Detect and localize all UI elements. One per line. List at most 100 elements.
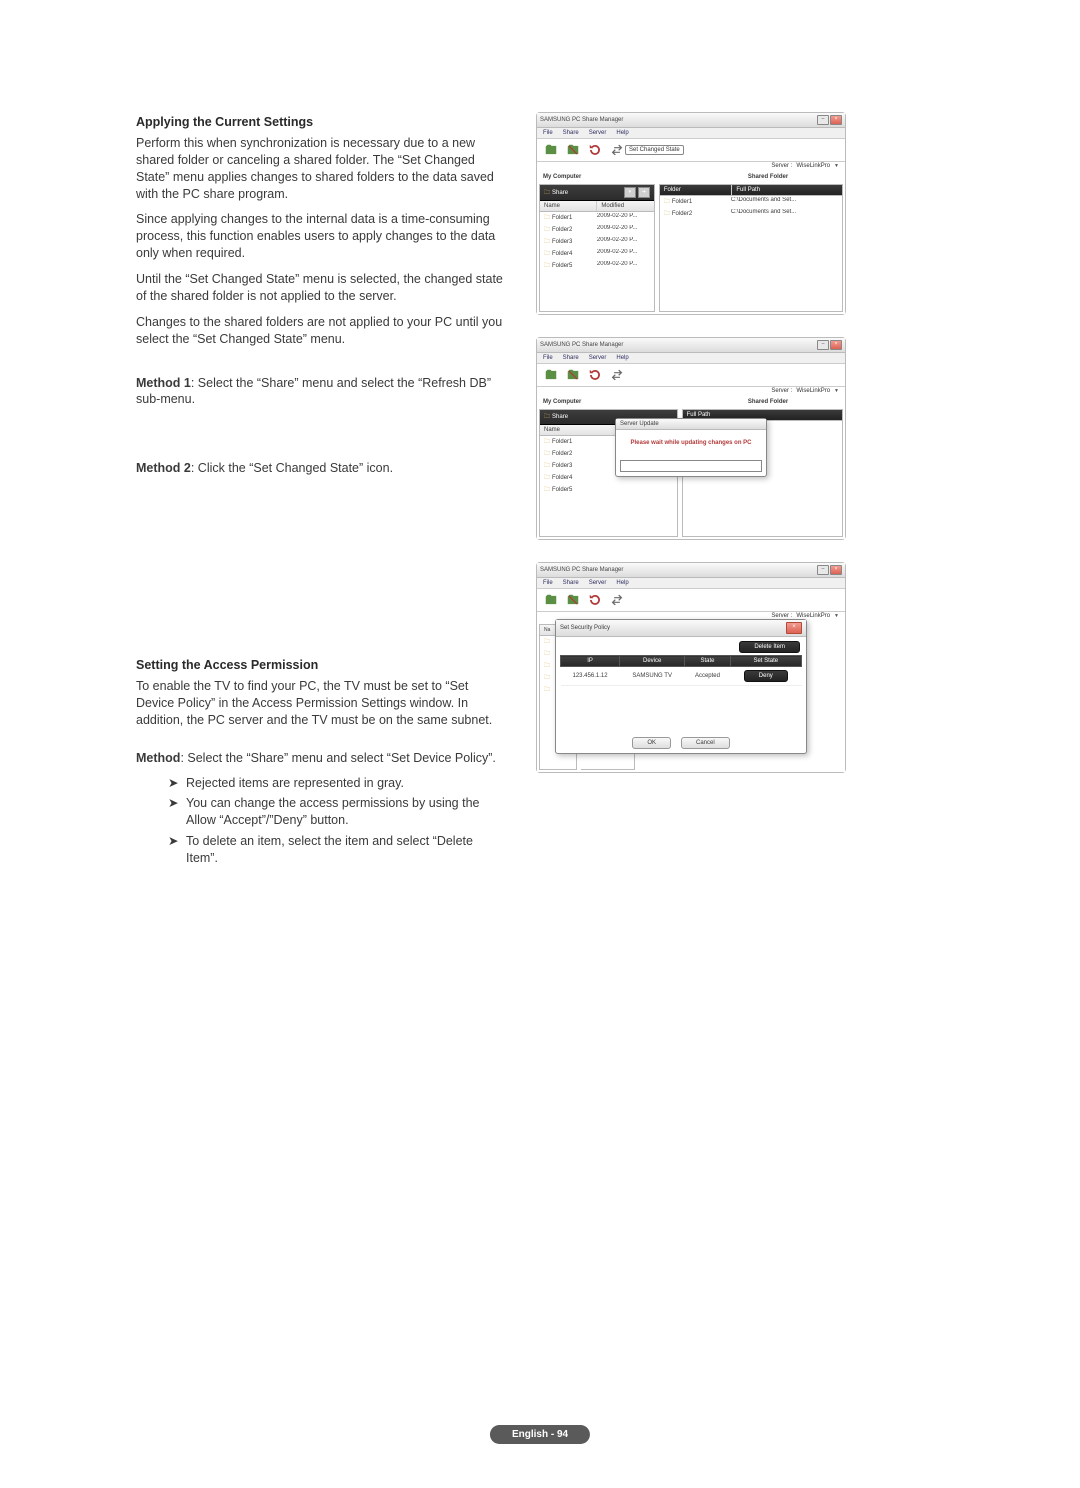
list-item[interactable]: 🗀Folder52009-02-20 P... (540, 260, 654, 272)
refresh-db-icon[interactable] (587, 142, 603, 158)
list-item[interactable]: 🗀Folder5 (540, 484, 677, 496)
menu-share[interactable]: Share (563, 580, 579, 586)
folder-icon: 🗀 (544, 649, 550, 659)
menu-share[interactable]: Share (563, 355, 579, 361)
cell-ip: 123.456.1.12 (561, 667, 620, 686)
address-text: Share (552, 414, 568, 420)
list-item[interactable]: 🗀Folder12009-02-20 P... (540, 212, 654, 224)
col-device[interactable]: Device (620, 656, 685, 667)
list-item[interactable]: 🗀Folder2C:\Documents and Set... (660, 208, 842, 220)
bullet-row: ➤ Rejected items are represented in gray… (136, 775, 506, 792)
ok-button[interactable]: OK (632, 737, 671, 749)
folder-icon: 🗀 (544, 475, 550, 481)
minimize-icon[interactable]: – (817, 565, 829, 575)
unshare-folder-icon[interactable] (565, 367, 581, 383)
address-bar[interactable]: 🗀 Share ▾ ➜ (540, 185, 654, 201)
menu-file[interactable]: File (543, 580, 553, 586)
menu-help[interactable]: Help (616, 580, 628, 586)
go-icon[interactable]: ➜ (638, 187, 650, 198)
minimize-icon[interactable]: – (817, 340, 829, 350)
page-footer: English - 94 (490, 1425, 590, 1444)
bullet-icon: ➤ (168, 795, 186, 812)
method-2: Method 2: Click the “Set Changed State” … (136, 460, 506, 477)
set-changed-state-icon[interactable] (609, 592, 625, 608)
unshare-folder-icon[interactable] (565, 142, 581, 158)
col-fullpath[interactable]: Full Path (732, 185, 842, 195)
folder-icon: 🗀 (544, 661, 550, 671)
set-changed-state-icon[interactable] (609, 367, 625, 383)
breadcrumb-my-computer: My Computer (537, 397, 691, 407)
menu-server[interactable]: Server (589, 355, 607, 361)
list-item[interactable]: 🗀Folder22009-02-20 P... (540, 224, 654, 236)
menu-server[interactable]: Server (589, 130, 607, 136)
close-icon[interactable]: × (830, 115, 842, 125)
menu-file[interactable]: File (543, 355, 553, 361)
table-row[interactable]: 123.456.1.12 SAMSUNG TV Accepted Deny (561, 667, 802, 686)
delete-item-button[interactable]: Delete Item (739, 641, 800, 653)
window-titlebar[interactable]: SAMSUNG PC Share Manager – × (537, 563, 845, 578)
col-ip[interactable]: IP (561, 656, 620, 667)
list-item[interactable]: 🗀Folder42009-02-20 P... (540, 248, 654, 260)
close-icon[interactable]: × (830, 340, 842, 350)
menu-share[interactable]: Share (563, 130, 579, 136)
menu-help[interactable]: Help (616, 355, 628, 361)
col-modified[interactable]: Modified (597, 201, 653, 211)
close-icon[interactable]: × (786, 622, 802, 634)
method-label: Method (136, 751, 180, 765)
menubar: File Share Server Help (537, 128, 845, 139)
heading-access-permission: Setting the Access Permission (136, 657, 506, 674)
window-titlebar[interactable]: SAMSUNG PC Share Manager – × (537, 113, 845, 128)
share-folder-icon[interactable] (543, 142, 559, 158)
refresh-db-icon[interactable] (587, 367, 603, 383)
dialog-title[interactable]: Set Security Policy × (556, 620, 806, 637)
list-item[interactable]: 🗀Folder32009-02-20 P... (540, 236, 654, 248)
col-set-state[interactable]: Set State (730, 656, 801, 667)
deny-button[interactable]: Deny (744, 670, 788, 682)
method-1: Method 1: Select the “Share” menu and se… (136, 375, 506, 409)
cancel-button[interactable]: Cancel (681, 737, 730, 749)
progress-bar (620, 460, 762, 472)
menu-file[interactable]: File (543, 130, 553, 136)
window-titlebar[interactable]: SAMSUNG PC Share Manager – × (537, 338, 845, 353)
server-selector[interactable]: Server : WiseLinkPro ▼ (537, 387, 845, 397)
chevron-down-icon[interactable]: ▾ (624, 187, 636, 198)
close-icon[interactable]: × (830, 565, 842, 575)
toolbar (537, 589, 845, 612)
app-title: SAMSUNG PC Share Manager (540, 117, 623, 123)
dialog-title[interactable]: Server Update (616, 419, 766, 430)
folder-icon: 🗀 (664, 199, 670, 205)
menubar: File Share Server Help (537, 353, 845, 364)
para: Perform this when synchronization is nec… (136, 135, 506, 203)
para: Until the “Set Changed State” menu is se… (136, 271, 506, 305)
shared-folder-pane: Folder Full Path 🗀Folder1C:\Documents an… (659, 184, 843, 312)
address-text: Share (552, 190, 568, 196)
menu-server[interactable]: Server (589, 580, 607, 586)
folder-icon: 🗀 (544, 251, 550, 257)
method-label: Method 2 (136, 461, 191, 475)
menu-help[interactable]: Help (616, 130, 628, 136)
right-screenshot-column: SAMSUNG PC Share Manager – × File Share … (536, 112, 846, 795)
set-changed-state-icon[interactable] (609, 142, 625, 158)
menubar: File Share Server Help (537, 578, 845, 589)
col-folder[interactable]: Folder (660, 185, 733, 195)
server-selector[interactable]: Server : WiseLinkPro ▼ (537, 162, 845, 172)
bullet-text: To delete an item, select the item and s… (186, 833, 506, 867)
share-folder-icon[interactable] (543, 367, 559, 383)
folder-icon: 🗀 (544, 412, 550, 422)
list-item[interactable]: 🗀Folder1C:\Documents and Set... (660, 196, 842, 208)
unshare-folder-icon[interactable] (565, 592, 581, 608)
col-state[interactable]: State (685, 656, 730, 667)
folder-icon: 🗀 (544, 227, 550, 233)
dialog-message: Please wait while updating changes on PC (616, 430, 766, 450)
refresh-db-icon[interactable] (587, 592, 603, 608)
share-folder-icon[interactable] (543, 592, 559, 608)
folder-icon: 🗀 (664, 211, 670, 217)
folder-icon: 🗀 (544, 487, 550, 493)
minimize-icon[interactable]: – (817, 115, 829, 125)
screenshot-server-update: SAMSUNG PC Share Manager – × File Share … (536, 337, 846, 540)
chevron-down-icon: ▼ (834, 388, 839, 394)
breadcrumb-shared-folder: Shared Folder (691, 172, 845, 182)
col-name[interactable]: Name (540, 201, 597, 211)
server-value: WiseLinkPro (796, 388, 830, 394)
my-computer-pane: 🗀 Share ▾ ➜ Name Modified 🗀Folder12009-0… (539, 184, 655, 312)
